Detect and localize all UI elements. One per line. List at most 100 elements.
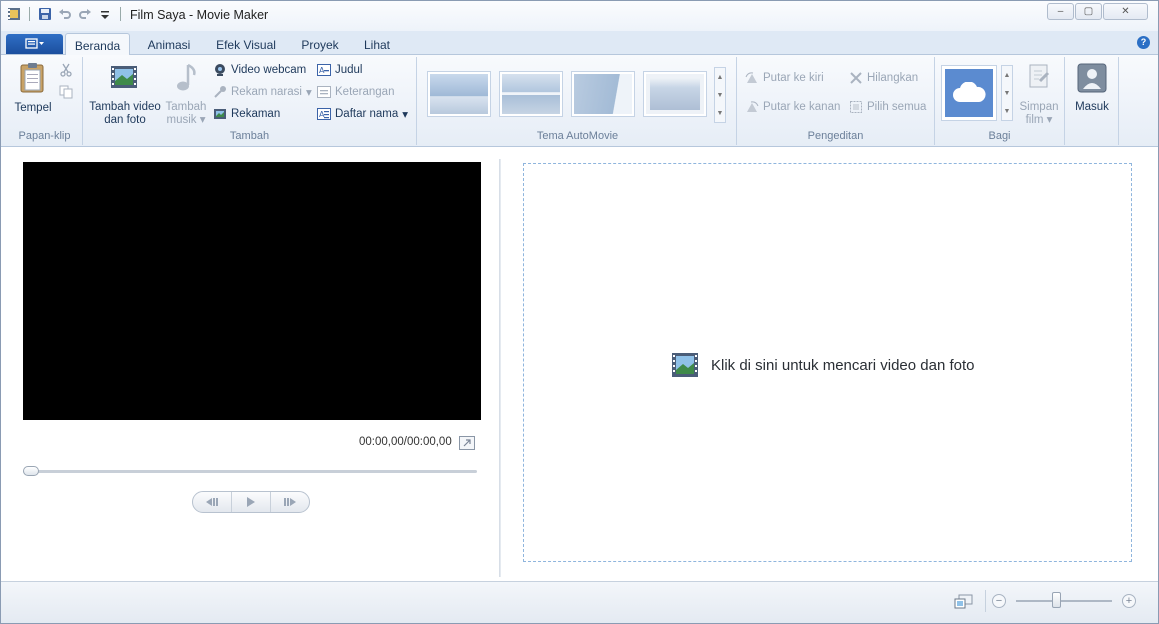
seek-thumb[interactable] <box>23 466 39 476</box>
caption-label: Keterangan <box>335 86 395 98</box>
cut-icon[interactable] <box>59 63 73 77</box>
paste-label: Tempel <box>14 102 52 114</box>
browse-media-hint[interactable]: Klik di sini untuk mencari video dan fot… <box>671 351 974 379</box>
select-all-label: Pilih semua <box>867 101 927 113</box>
remove-button[interactable]: Hilangkan <box>849 71 918 85</box>
play-button[interactable] <box>232 492 271 512</box>
minimize-button[interactable]: – <box>1047 3 1074 20</box>
storyboard-area[interactable]: Klik di sini untuk mencari video dan fot… <box>523 163 1132 562</box>
fullscreen-icon[interactable] <box>459 436 475 450</box>
tab-efek-visual[interactable]: Efek Visual <box>211 35 281 55</box>
share-gallery-scroller[interactable]: ▲ ▼ ▼ <box>1001 65 1013 121</box>
credits-icon: A <box>317 108 331 120</box>
scroll-down-icon[interactable]: ▼ <box>717 92 724 99</box>
group-label-share: Bagi <box>988 130 1011 142</box>
automovie-theme-4[interactable] <box>643 71 707 117</box>
aspect-ratio-icon[interactable] <box>954 594 973 609</box>
scroll-up-icon[interactable]: ▲ <box>717 74 724 81</box>
next-frame-button[interactable] <box>271 492 309 512</box>
save-icon[interactable] <box>38 7 52 21</box>
automovie-theme-1[interactable] <box>427 71 491 117</box>
paste-icon <box>20 63 44 93</box>
pane-splitter[interactable] <box>499 159 501 577</box>
automovie-theme-2[interactable] <box>499 71 563 117</box>
help-icon[interactable]: ? <box>1137 36 1150 49</box>
save-movie-button[interactable]: Simpan film ▾ <box>1017 63 1061 127</box>
file-menu-button[interactable] <box>6 34 63 54</box>
group-label-add: Tambah <box>229 130 270 142</box>
share-scroll-down-icon[interactable]: ▼ <box>1004 90 1011 97</box>
caption-button[interactable]: Keterangan <box>317 85 394 99</box>
group-add: Tambah video dan foto Tambah musik ▾ Vid… <box>83 57 417 145</box>
paste-button[interactable]: Tempel <box>11 62 55 115</box>
undo-icon[interactable] <box>58 7 72 21</box>
quick-access-toolbar <box>7 7 123 21</box>
add-video-photo-button[interactable]: Tambah video dan foto <box>87 63 163 127</box>
snapshot-button[interactable]: Rekaman <box>213 107 280 121</box>
webcam-video-button[interactable]: Video webcam <box>213 63 306 77</box>
title-label: Judul <box>335 64 363 76</box>
maximize-button[interactable]: ▢ <box>1075 3 1102 20</box>
tab-proyek[interactable]: Proyek <box>295 35 345 55</box>
remove-x-icon <box>850 72 862 84</box>
group-label-automovie: Tema AutoMovie <box>536 130 619 142</box>
group-editing: Putar ke kiri Putar ke kanan Hilangkan P… <box>737 57 935 145</box>
zoom-slider-track[interactable] <box>1016 600 1112 602</box>
add-video-photo-label-1: Tambah video <box>89 101 161 113</box>
next-frame-icon <box>284 498 296 506</box>
tab-beranda[interactable]: Beranda <box>65 33 130 55</box>
playback-controls <box>192 491 310 513</box>
rotate-right-icon <box>747 101 759 112</box>
rotate-right-button[interactable]: Putar ke kanan <box>745 100 840 114</box>
select-all-button[interactable]: Pilih semua <box>849 100 926 114</box>
group-automovie-themes: ▲ ▼ ▼ Tema AutoMovie <box>419 57 737 145</box>
video-preview[interactable] <box>23 162 481 420</box>
rotate-right-label: Putar ke kanan <box>763 101 841 113</box>
share-cloud-gallery[interactable] <box>941 65 997 121</box>
title-bar: Film Saya - Movie Maker – ▢ ✕ <box>1 1 1158 31</box>
customize-qat-icon[interactable] <box>98 7 112 21</box>
tab-lihat[interactable]: Lihat <box>357 35 397 55</box>
group-sign-in: Masuk <box>1065 57 1119 145</box>
status-bar: − + <box>1 581 1158 623</box>
add-music-label-2-text: musik <box>166 114 197 126</box>
play-icon <box>247 497 255 507</box>
automovie-theme-3[interactable] <box>571 71 635 117</box>
title-button[interactable]: A Judul <box>317 63 363 77</box>
rotate-left-button[interactable]: Putar ke kiri <box>745 71 824 85</box>
zoom-in-button[interactable]: + <box>1122 594 1136 608</box>
share-scroll-up-icon[interactable]: ▲ <box>1004 72 1011 79</box>
rotate-left-icon <box>745 72 757 83</box>
group-share: ▲ ▼ ▼ Simpan film ▾ Bagi <box>935 57 1065 145</box>
ribbon-tabs: Beranda Animasi Efek Visual Proyek Lihat… <box>1 31 1158 55</box>
previous-frame-button[interactable] <box>193 492 232 512</box>
theme-gallery-scroller[interactable]: ▲ ▼ ▼ <box>714 67 726 123</box>
file-menu-icon <box>24 38 44 49</box>
add-music-button[interactable]: Tambah musik ▾ <box>165 63 207 127</box>
share-more-icon[interactable]: ▼ <box>1004 108 1011 115</box>
add-video-photo-label-2: dan foto <box>104 114 146 126</box>
credits-button[interactable]: A Daftar nama ▾ <box>317 107 408 121</box>
cloud-icon <box>953 82 986 102</box>
credits-label: Daftar nama <box>335 108 399 120</box>
group-clipboard: Tempel Papan-klip <box>7 57 83 145</box>
status-separator <box>985 590 986 612</box>
close-button[interactable]: ✕ <box>1103 3 1148 20</box>
add-video-photo-icon <box>111 66 137 88</box>
add-music-label-1: Tambah <box>165 101 207 113</box>
seek-bar[interactable] <box>23 470 477 473</box>
record-narration-button[interactable]: Rekam narasi ▾ <box>213 85 312 99</box>
tab-animasi[interactable]: Animasi <box>142 35 196 55</box>
save-movie-label-1: Simpan <box>1019 101 1059 113</box>
gallery-more-icon[interactable]: ▼ <box>717 110 724 117</box>
record-narration-label: Rekam narasi <box>231 86 302 98</box>
movie-maker-window: Film Saya - Movie Maker – ▢ ✕ Beranda An… <box>0 0 1159 624</box>
zoom-out-button[interactable]: − <box>992 594 1006 608</box>
qat-separator <box>29 7 30 21</box>
copy-icon[interactable] <box>59 85 73 99</box>
zoom-slider-thumb[interactable] <box>1052 592 1061 608</box>
title-icon: A <box>317 64 331 76</box>
redo-icon[interactable] <box>78 7 92 21</box>
group-label-editing: Pengeditan <box>807 130 864 142</box>
sign-in-button[interactable]: Masuk <box>1069 63 1115 114</box>
